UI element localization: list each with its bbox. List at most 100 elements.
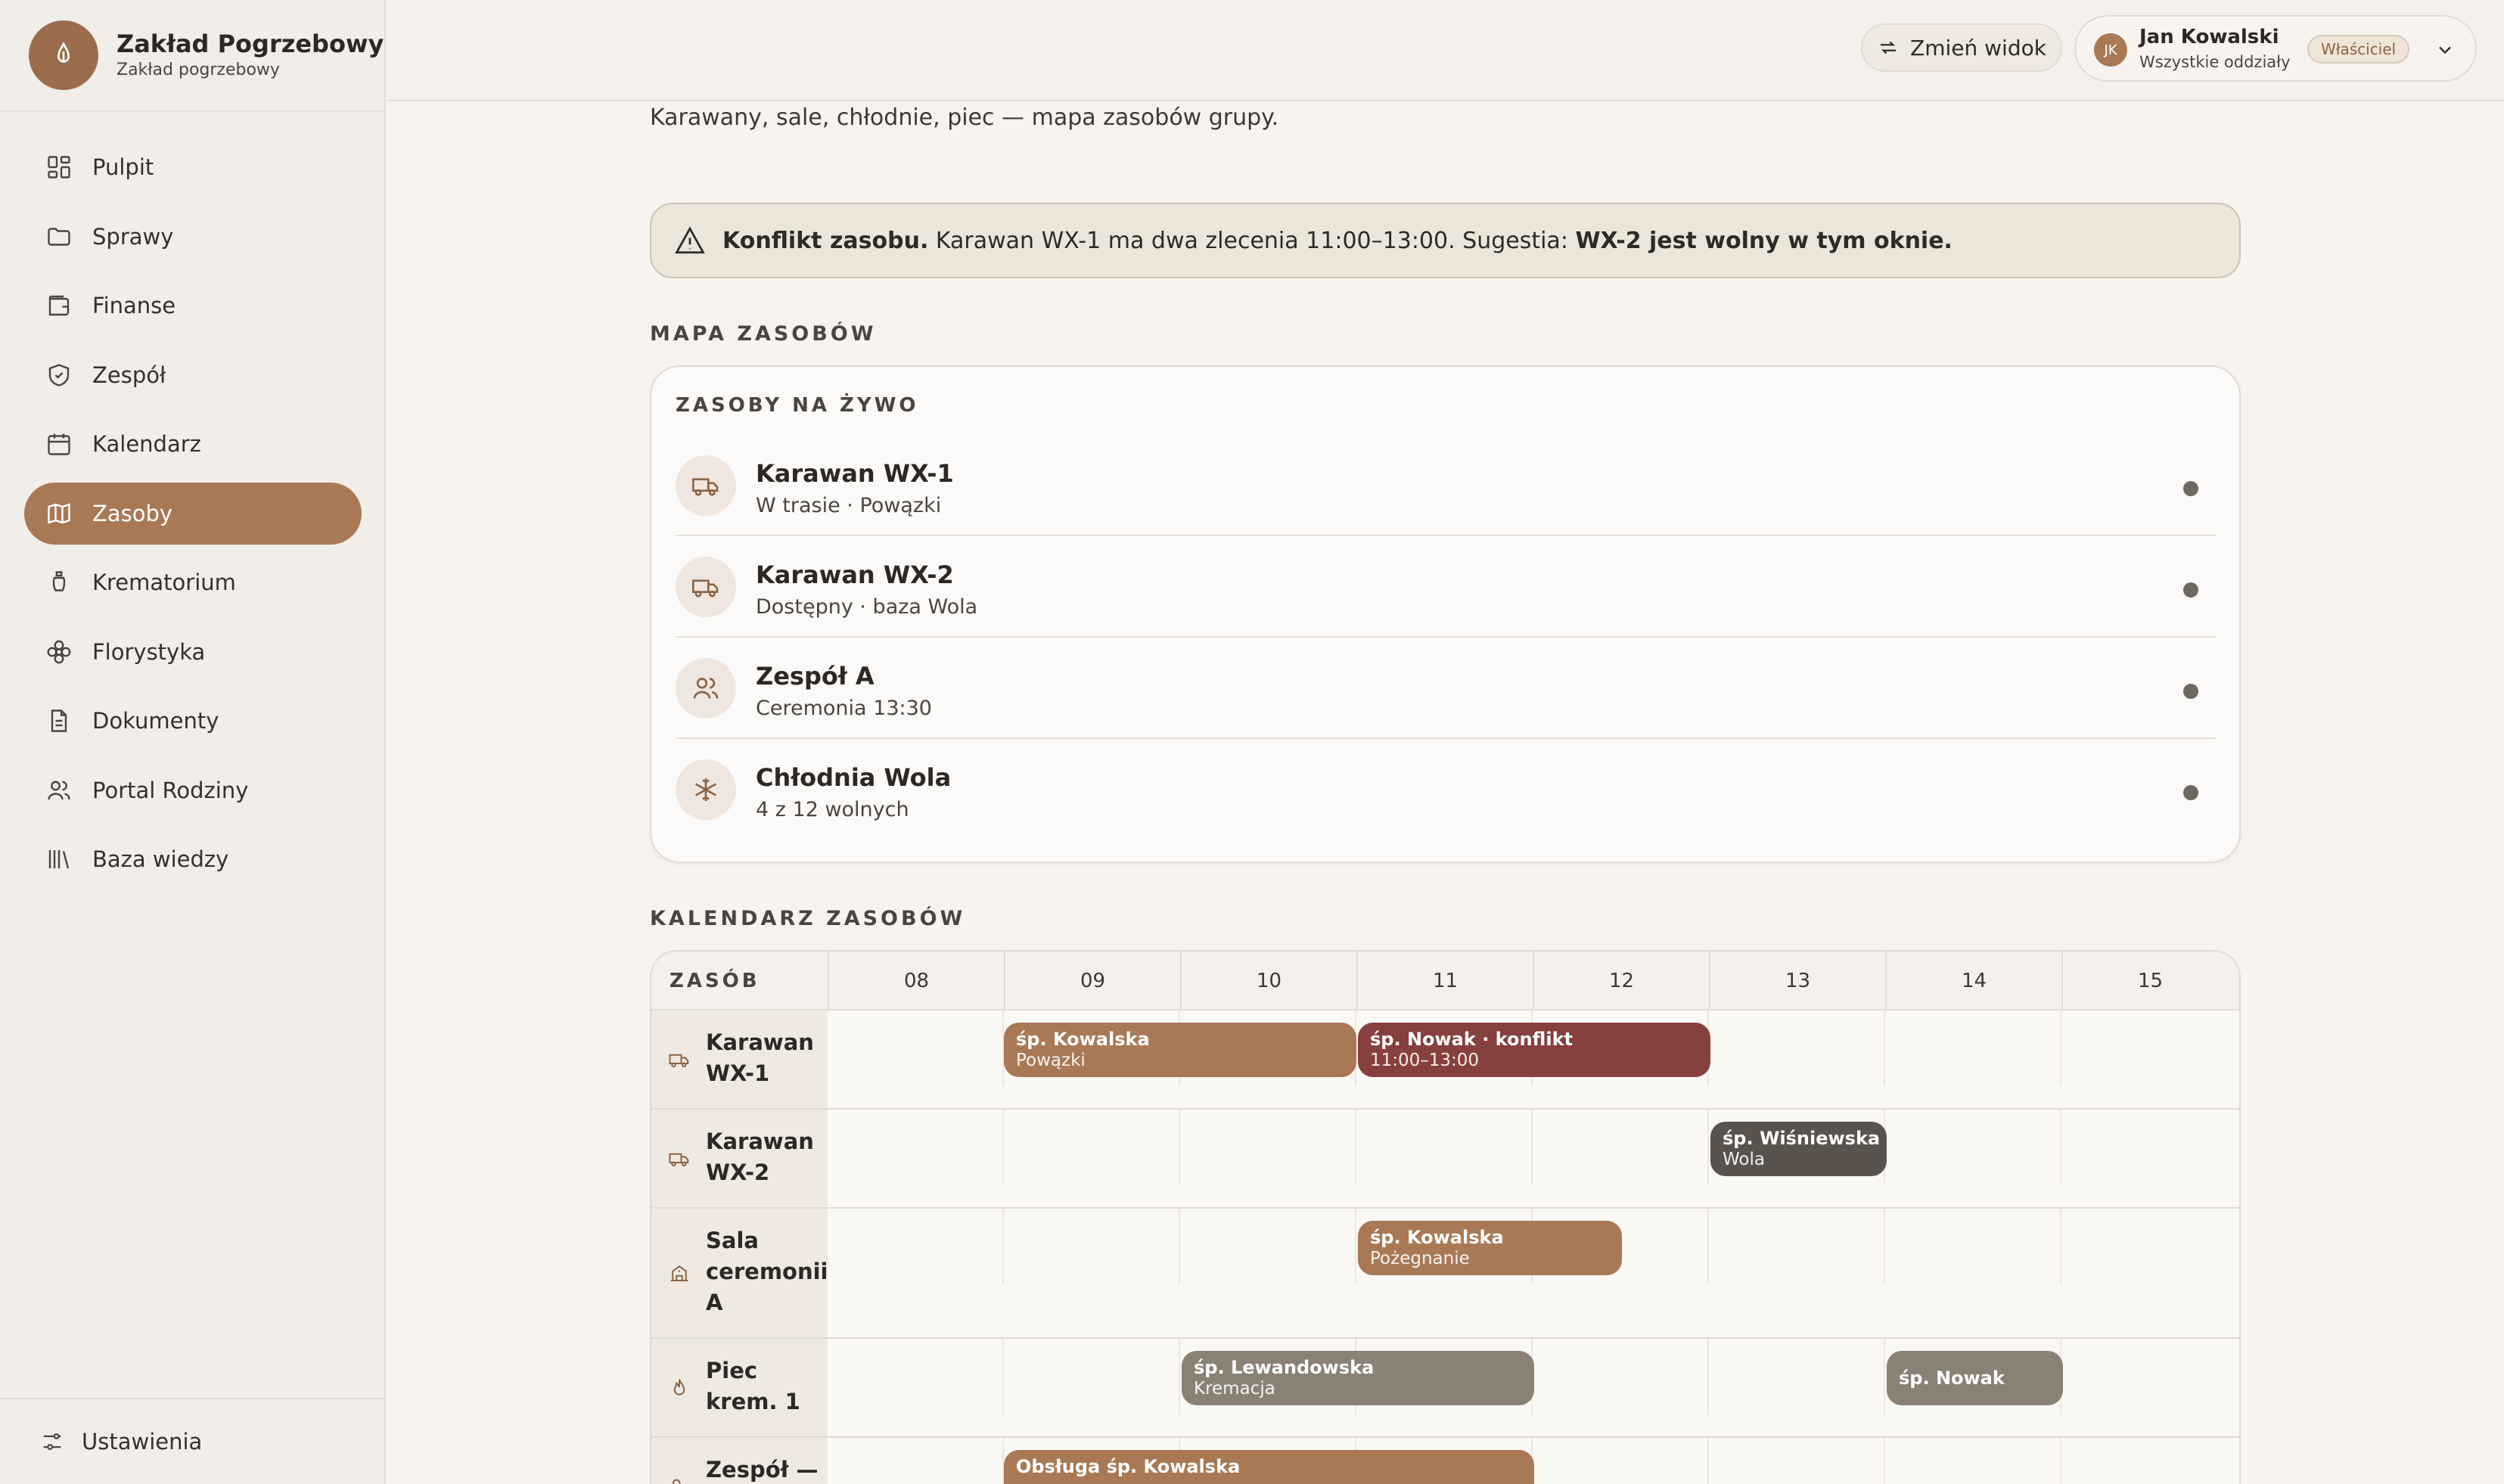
avatar: JK	[2094, 33, 2127, 67]
brand-header[interactable]: Zakład Pogrzebowy Zakład pogrzebowy	[0, 0, 384, 112]
resource-calendar: ZASÓB 08 09 10 11 12 13 14 15 Karawan WX…	[650, 950, 2241, 1484]
event-title: śp. Nowak	[1899, 1368, 2005, 1389]
sidebar-item-baza-wiedzy[interactable]: Baza wiedzy	[24, 828, 362, 890]
truck-icon	[669, 1153, 689, 1167]
calendar-event[interactable]: Obsługa śp. Kowalska	[1004, 1450, 1534, 1484]
resource-name: Zespół A	[756, 662, 875, 691]
alert-text: Konflikt zasobu. Karawan WX-1 ma dwa zle…	[722, 228, 1953, 254]
event-title: śp. Nowak · konflikt	[1370, 1029, 1574, 1050]
status-dot	[2183, 582, 2198, 598]
hour-header: 15	[2061, 952, 2238, 1011]
grid-line	[1707, 1438, 1709, 1484]
hour-header: 10	[1180, 952, 1356, 1011]
grid-line	[1884, 1209, 1885, 1284]
calendar-row: Karawan WX-1 śp. Kowalska Powązki śp. No…	[651, 1011, 2239, 1110]
topbar: Zmień widok JK Jan Kowalski Wszystkie od…	[387, 0, 2504, 101]
calendar-event[interactable]: śp. Kowalska Pożegnanie	[1358, 1221, 1622, 1275]
calendar-event[interactable]: śp. Kowalska Powązki	[1004, 1023, 1356, 1077]
grid-line	[1179, 1339, 1180, 1414]
role-badge: Właściciel	[2307, 35, 2410, 64]
users-icon	[676, 658, 736, 719]
resource-row[interactable]: Zespół A Ceremonia 13:30	[676, 638, 2217, 739]
grid-line	[1179, 1110, 1180, 1185]
event-subtitle: Pożegnanie	[1370, 1249, 1470, 1268]
event-title: śp. Kowalska	[1016, 1029, 1150, 1050]
sidebar-item-label: Portal Rodziny	[92, 777, 249, 803]
grid-line	[1884, 1339, 1885, 1414]
truck-icon	[676, 557, 736, 617]
alert-body: Karawan WX-1 ma dwa zlecenia 11:00–13:00…	[928, 227, 1576, 254]
sidebar-item-finanse[interactable]: Finanse	[24, 275, 362, 337]
calendar-icon	[48, 433, 70, 455]
sidebar-item-dokumenty[interactable]: Dokumenty	[24, 690, 362, 752]
alert-title: Konflikt zasobu.	[722, 227, 929, 254]
grid-line	[1884, 1011, 1885, 1086]
resource-meta: Dostępny · baza Wola	[756, 595, 978, 619]
grid-line	[2060, 1438, 2061, 1484]
calendar-row: Karawan WX-2 śp. Wiśniewska Wola	[651, 1110, 2239, 1209]
map-section-heading: MAPA ZASOBÓW	[650, 322, 877, 346]
sidebar-item-sprawy[interactable]: Sprawy	[24, 206, 362, 268]
sidebar-item-label: Kalendarz	[92, 431, 201, 457]
flower-icon	[47, 640, 71, 663]
sidebar-item-ustawienia[interactable]: Ustawienia	[0, 1398, 384, 1484]
event-subtitle: 11:00–13:00	[1370, 1051, 1480, 1070]
warning-icon	[675, 226, 705, 254]
chevron-down-icon[interactable]	[2434, 39, 2456, 61]
sidebar-item-florystyka[interactable]: Florystyka	[24, 621, 362, 683]
urn-icon	[52, 571, 66, 591]
sidebar-item-label: Zespół	[92, 362, 166, 388]
event-title: śp. Wiśniewska	[1723, 1128, 1881, 1149]
row-name: Karawan WX-2	[706, 1129, 814, 1185]
row-name: Karawan WX-1	[706, 1029, 814, 1086]
row-label: Karawan WX-2	[651, 1110, 828, 1207]
hour-header: 11	[1356, 952, 1533, 1011]
row-label: Karawan WX-1	[651, 1011, 828, 1108]
resource-meta: W trasie · Powązki	[756, 494, 942, 517]
grid-line	[1002, 1209, 1004, 1284]
wallet-icon	[48, 295, 70, 316]
switch-view-button[interactable]: Zmień widok	[1861, 23, 2062, 72]
calendar-event[interactable]: śp. Lewandowska Kremacja	[1182, 1351, 1534, 1405]
sidebar-item-zespol[interactable]: Zespół	[24, 344, 362, 406]
sidebar-item-label: Finanse	[92, 293, 176, 318]
calendar-header: ZASÓB 08 09 10 11 12 13 14 15	[651, 952, 2239, 1011]
calendar-event[interactable]: śp. Nowak	[1887, 1351, 2063, 1405]
grid-line	[1002, 1110, 1004, 1185]
resource-row[interactable]: Karawan WX-1 W trasie · Powązki	[676, 435, 2217, 536]
sidebar-item-portal-rodziny[interactable]: Portal Rodziny	[24, 759, 362, 821]
event-subtitle: Kremacja	[1194, 1379, 1275, 1399]
row-label: Piec krem. 1	[651, 1339, 828, 1436]
sidebar-item-kalendarz[interactable]: Kalendarz	[24, 413, 362, 475]
sidebar-item-label: Florystyka	[92, 638, 206, 665]
column-header-resource: ZASÓB	[669, 970, 760, 992]
resource-row[interactable]: Karawan WX-2 Dostępny · baza Wola	[676, 536, 2217, 638]
event-title: Obsługa śp. Kowalska	[1016, 1456, 1241, 1477]
truck-icon	[669, 1054, 689, 1068]
sidebar-item-pulpit[interactable]: Pulpit	[24, 136, 362, 198]
users-icon	[48, 781, 70, 799]
event-subtitle: Wola	[1723, 1150, 1765, 1169]
sidebar-item-label: Zasoby	[92, 500, 173, 526]
switch-view-label: Zmień widok	[1910, 35, 2046, 61]
calendar-row: Sala ceremonii A śp. Kowalska Pożegnanie	[651, 1209, 2239, 1339]
row-label: Zespół —	[651, 1438, 828, 1484]
resource-row[interactable]: Chłodnia Wola 4 z 12 wolnych	[676, 739, 2217, 840]
row-name: Sala ceremonii A	[706, 1228, 828, 1315]
sidebar-item-krematorium[interactable]: Krematorium	[24, 551, 362, 613]
sidebar-item-zasoby[interactable]: Zasoby	[24, 482, 362, 545]
refresh-icon	[1881, 41, 1897, 54]
hour-header: 12	[1533, 952, 1709, 1011]
row-name: Piec krem. 1	[706, 1358, 800, 1414]
brand-subtitle: Zakład pogrzebowy	[117, 61, 280, 79]
grid-line	[1707, 1339, 1709, 1414]
folder-icon	[48, 227, 70, 246]
calendar-event[interactable]: śp. Wiśniewska Wola	[1710, 1122, 1887, 1176]
calendar-row: Zespół — Obsługa śp. Kowalska	[651, 1438, 2239, 1484]
calendar-event-conflict[interactable]: śp. Nowak · konflikt 11:00–13:00	[1358, 1023, 1710, 1077]
sidebar: Zakład Pogrzebowy Zakład pogrzebowy Pulp…	[0, 0, 386, 1484]
user-menu[interactable]: JK Jan Kowalski Wszystkie oddziały Właśc…	[2074, 15, 2477, 82]
resource-meta: 4 z 12 wolnych	[756, 798, 909, 821]
card-title: ZASOBY NA ŻYWO	[676, 394, 919, 417]
sliders-icon	[43, 1433, 61, 1451]
